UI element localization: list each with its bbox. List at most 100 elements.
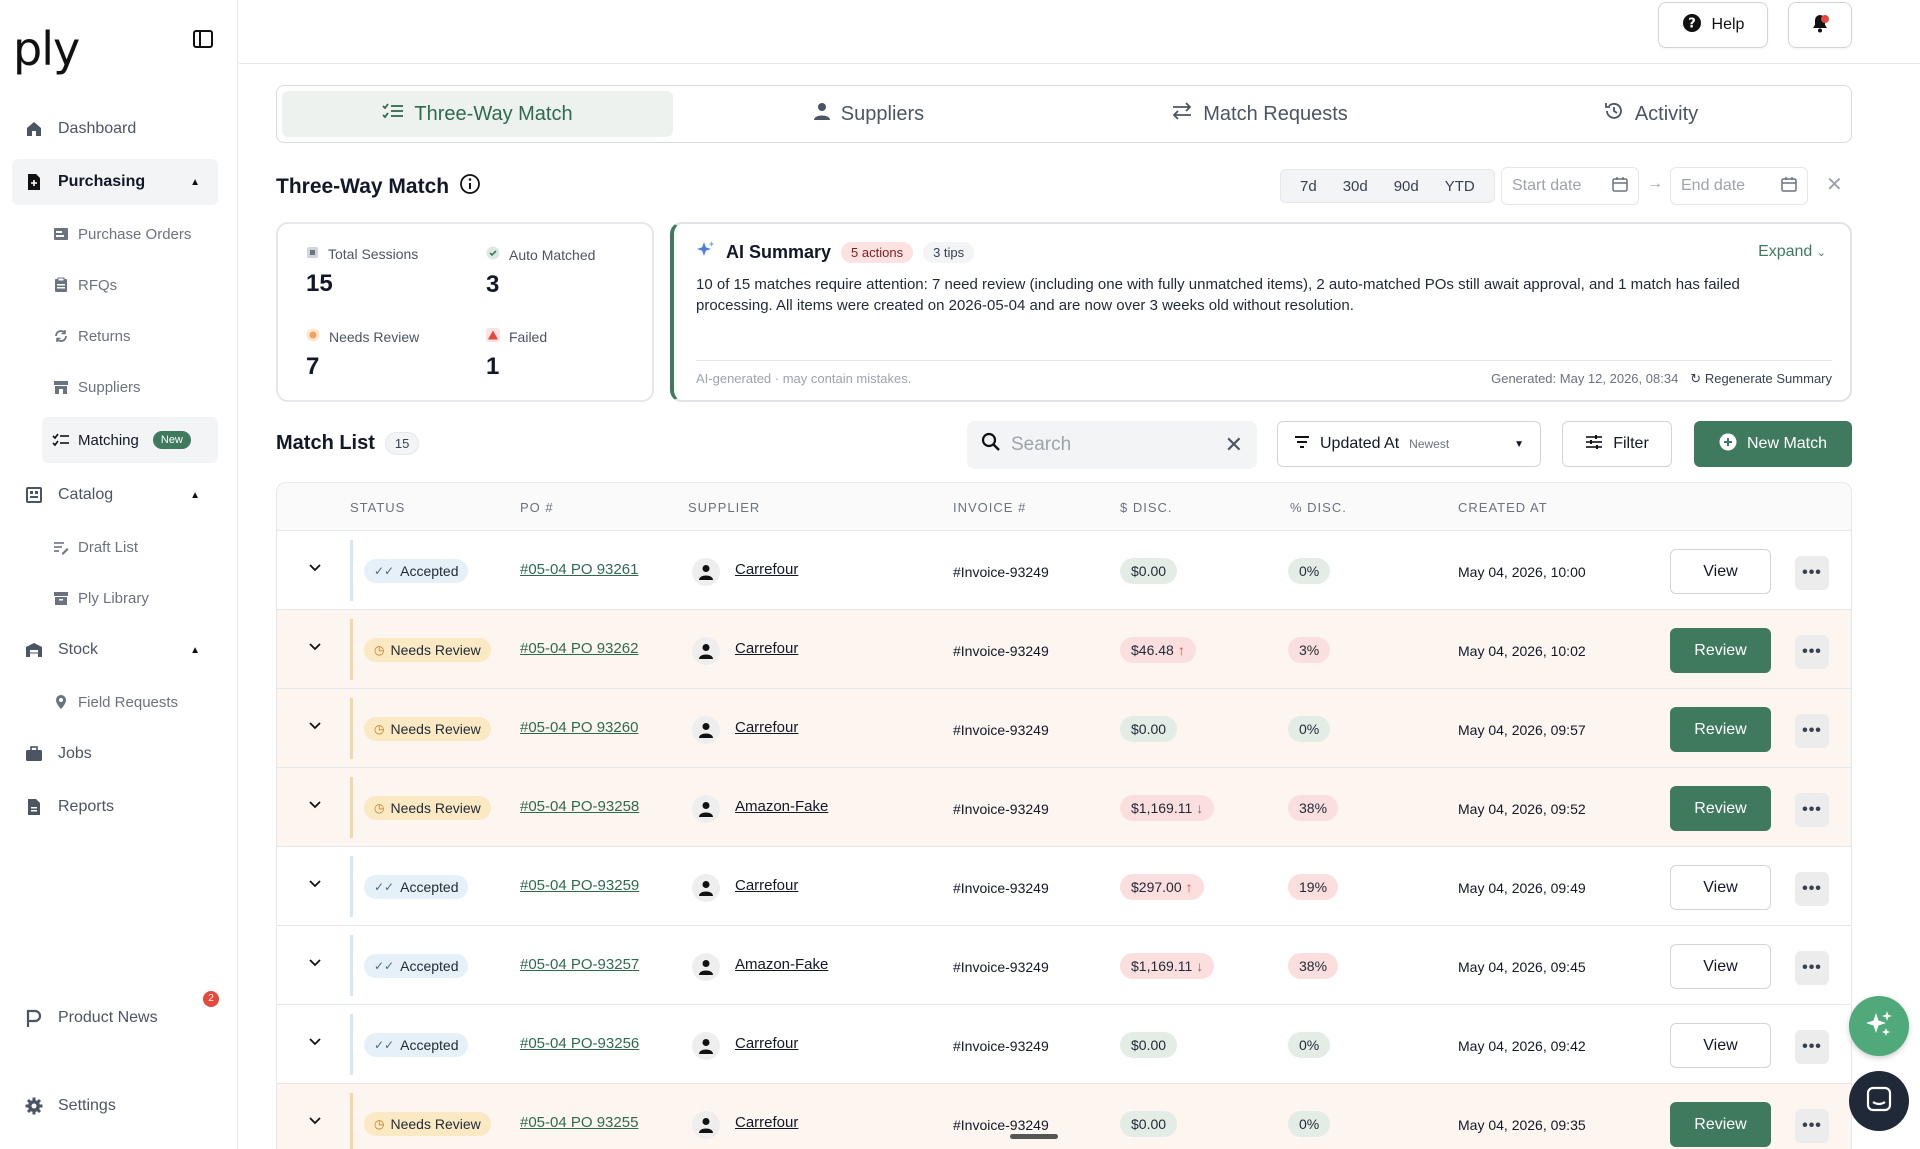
- table-row[interactable]: ◷ Needs Review #05-04 PO-93258 Amazon-Fake #…: [277, 768, 1851, 847]
- end-date-input[interactable]: End date: [1670, 167, 1808, 205]
- range-ytd[interactable]: YTD: [1432, 178, 1488, 195]
- expand-row-chevron-icon[interactable]: [307, 875, 327, 895]
- po-link[interactable]: #05-04 PO 93262: [520, 640, 638, 657]
- nav-stock[interactable]: Stock ▲: [12, 627, 218, 673]
- sort-select[interactable]: Updated At Newest ▼: [1277, 421, 1541, 467]
- po-link[interactable]: #05-04 PO-93256: [520, 1035, 639, 1052]
- expand-row-chevron-icon[interactable]: [307, 796, 327, 816]
- supplier-link[interactable]: Amazon-Fake: [735, 798, 828, 815]
- clear-search-icon[interactable]: ✕: [1225, 432, 1243, 458]
- more-options-icon[interactable]: •••: [1795, 951, 1829, 985]
- regenerate-summary-button[interactable]: ↻ Regenerate Summary: [1690, 371, 1832, 387]
- arrow-up-icon: ↑: [1177, 642, 1185, 658]
- expand-row-chevron-icon[interactable]: [307, 717, 327, 737]
- tab-suppliers[interactable]: Suppliers: [673, 91, 1064, 137]
- col-percent-disc[interactable]: % DISC.: [1290, 500, 1347, 515]
- table-row[interactable]: ✓✓ Accepted #05-04 PO 93261 Carrefour #Invoi…: [277, 531, 1851, 610]
- more-options-icon[interactable]: •••: [1795, 556, 1829, 590]
- more-options-icon[interactable]: •••: [1795, 872, 1829, 906]
- col-status[interactable]: STATUS: [350, 500, 405, 515]
- expand-row-chevron-icon[interactable]: [307, 954, 327, 974]
- review-button[interactable]: Review: [1670, 1102, 1771, 1147]
- supplier-link[interactable]: Carrefour: [735, 640, 798, 657]
- po-link[interactable]: #05-04 PO-93257: [520, 956, 639, 973]
- col-po[interactable]: PO #: [520, 500, 554, 515]
- notifications-button[interactable]: [1788, 2, 1852, 48]
- view-button[interactable]: View: [1670, 865, 1771, 910]
- expand-row-chevron-icon[interactable]: [307, 1112, 327, 1132]
- expand-row-chevron-icon[interactable]: [307, 638, 327, 658]
- nav-catalog[interactable]: Catalog ▲: [12, 472, 218, 518]
- help-button[interactable]: ? Help: [1658, 2, 1768, 48]
- search-input[interactable]: Search ✕: [967, 421, 1257, 469]
- table-row[interactable]: ✓✓ Accepted #05-04 PO-93256 Carrefour #Invoi…: [277, 1005, 1851, 1084]
- expand-row-chevron-icon[interactable]: [307, 1033, 327, 1053]
- more-options-icon[interactable]: •••: [1795, 1030, 1829, 1064]
- nav-dashboard[interactable]: Dashboard: [12, 106, 218, 152]
- nav-reports[interactable]: Reports: [12, 784, 218, 830]
- table-row[interactable]: ✓✓ Accepted #05-04 PO-93259 Carrefour #Invoi…: [277, 847, 1851, 926]
- col-invoice[interactable]: INVOICE #: [953, 500, 1026, 515]
- range-30d[interactable]: 30d: [1330, 178, 1381, 195]
- view-button[interactable]: View: [1670, 549, 1771, 594]
- supplier-link[interactable]: Carrefour: [735, 1114, 798, 1131]
- col-created-at[interactable]: CREATED AT: [1458, 500, 1548, 515]
- sub-draft-list[interactable]: Draft List: [42, 524, 218, 570]
- filter-button[interactable]: Filter: [1562, 421, 1672, 467]
- range-90d[interactable]: 90d: [1381, 178, 1432, 195]
- app-logo[interactable]: ply: [13, 22, 80, 76]
- col-supplier[interactable]: SUPPLIER: [688, 500, 760, 515]
- nav-purchasing[interactable]: Purchasing ▲: [12, 159, 218, 205]
- po-link[interactable]: #05-04 PO-93259: [520, 877, 639, 894]
- chat-button[interactable]: [1849, 1071, 1909, 1131]
- col-dollar-disc[interactable]: $ DISC.: [1120, 500, 1173, 515]
- sub-rfqs[interactable]: RFQs: [42, 262, 218, 308]
- review-button[interactable]: Review: [1670, 707, 1771, 752]
- more-options-icon[interactable]: •••: [1795, 714, 1829, 748]
- tab-three-way-match[interactable]: Three-Way Match: [282, 91, 673, 137]
- sub-field-requests[interactable]: Field Requests: [42, 679, 218, 725]
- more-options-icon[interactable]: •••: [1795, 635, 1829, 669]
- supplier-link[interactable]: Carrefour: [735, 877, 798, 894]
- expand-row-chevron-icon[interactable]: [307, 559, 327, 579]
- view-button[interactable]: View: [1670, 1023, 1771, 1068]
- sub-matching[interactable]: Matching New: [42, 417, 218, 463]
- po-link[interactable]: #05-04 PO 93260: [520, 719, 638, 736]
- po-link[interactable]: #05-04 PO-93258: [520, 798, 639, 815]
- table-row[interactable]: ◷ Needs Review #05-04 PO 93260 Carrefour #In…: [277, 689, 1851, 768]
- table-row[interactable]: ◷ Needs Review #05-04 PO 93255 Carrefour #In…: [277, 1084, 1851, 1149]
- sub-returns[interactable]: Returns: [42, 313, 218, 359]
- ai-assistant-button[interactable]: [1849, 996, 1909, 1056]
- actions-badge[interactable]: 5 actions: [841, 242, 914, 263]
- tips-badge[interactable]: 3 tips: [923, 242, 975, 263]
- sub-ply-library[interactable]: Ply Library: [42, 575, 218, 621]
- more-options-icon[interactable]: •••: [1795, 793, 1829, 827]
- supplier-link[interactable]: Carrefour: [735, 1035, 798, 1052]
- review-button[interactable]: Review: [1670, 628, 1771, 673]
- po-link[interactable]: #05-04 PO 93255: [520, 1114, 638, 1131]
- start-date-input[interactable]: Start date: [1501, 167, 1639, 205]
- supplier-link[interactable]: Amazon-Fake: [735, 956, 828, 973]
- sub-suppliers[interactable]: Suppliers: [42, 364, 218, 410]
- supplier-link[interactable]: Carrefour: [735, 719, 798, 736]
- view-button[interactable]: View: [1670, 944, 1771, 989]
- clear-dates-icon[interactable]: ✕: [1826, 172, 1843, 197]
- supplier-link[interactable]: Carrefour: [735, 561, 798, 578]
- expand-button[interactable]: Expand ⌄: [1758, 243, 1826, 261]
- new-match-button[interactable]: New Match: [1694, 421, 1852, 467]
- po-link[interactable]: #05-04 PO 93261: [520, 561, 638, 578]
- table-row[interactable]: ◷ Needs Review #05-04 PO 93262 Carrefour #In…: [277, 610, 1851, 689]
- nav-jobs[interactable]: Jobs: [12, 731, 218, 777]
- nav-settings[interactable]: Settings: [12, 1083, 218, 1129]
- nav-product-news[interactable]: Product News: [12, 995, 218, 1041]
- range-7d[interactable]: 7d: [1287, 178, 1330, 195]
- tab-activity[interactable]: Activity: [1455, 91, 1846, 137]
- sub-purchase-orders[interactable]: Purchase Orders: [42, 211, 218, 257]
- sidebar-collapse-icon[interactable]: [192, 28, 216, 52]
- review-button[interactable]: Review: [1670, 786, 1771, 831]
- more-options-icon[interactable]: •••: [1795, 1109, 1829, 1143]
- info-icon[interactable]: [459, 173, 481, 201]
- table-row[interactable]: ✓✓ Accepted #05-04 PO-93257 Amazon-Fake #Inv…: [277, 926, 1851, 1005]
- scroll-indicator[interactable]: [1010, 1134, 1058, 1139]
- tab-match-requests[interactable]: Match Requests: [1064, 91, 1455, 137]
